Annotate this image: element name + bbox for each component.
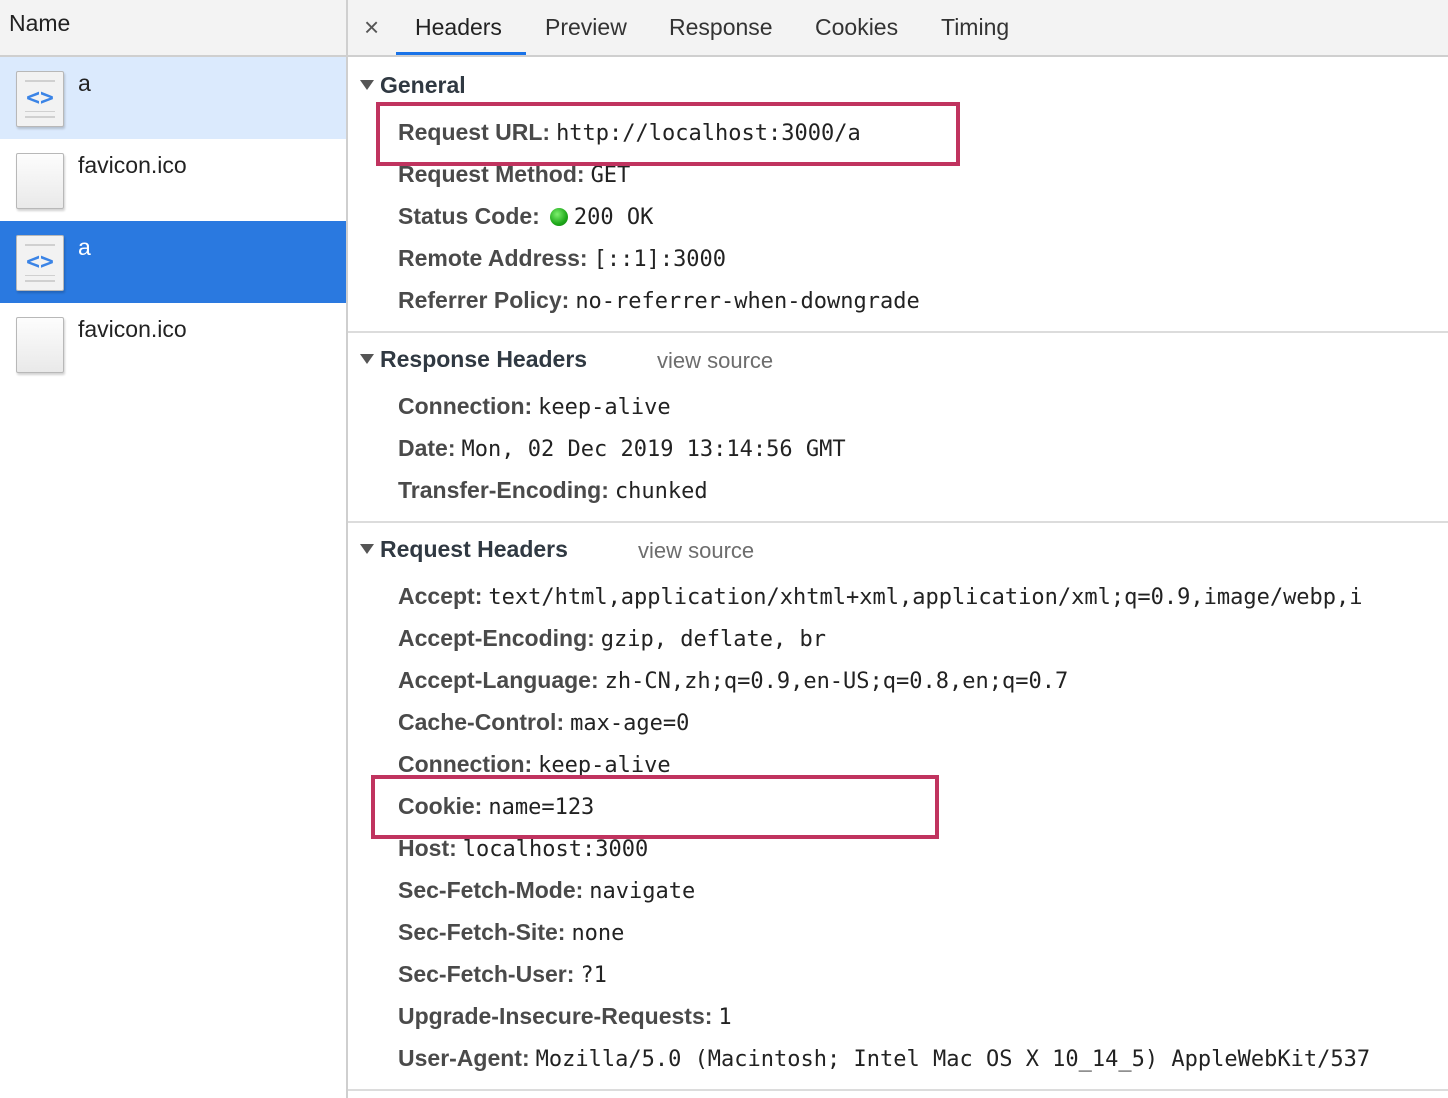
section-title: Request Headers	[380, 536, 568, 562]
header-value: no-referrer-when-downgrade	[575, 289, 920, 314]
request-row-favicon[interactable]: favicon.ico	[0, 139, 346, 221]
header-row-cookie: Cookie: name=123	[398, 793, 594, 820]
header-key: User-Agent:	[398, 1045, 530, 1071]
header-value: max-age=0	[570, 711, 690, 736]
request-name: a	[78, 234, 91, 260]
header-key: Referrer Policy:	[398, 287, 570, 313]
file-icon	[16, 317, 64, 373]
header-row: Request URL: http://localhost:3000/a	[398, 119, 861, 146]
header-row: Transfer-Encoding: chunked	[398, 477, 708, 504]
header-value: navigate	[589, 879, 696, 904]
name-column-header[interactable]: Name	[0, 0, 346, 57]
request-name: a	[78, 70, 91, 96]
header-row: Accept-Language: zh-CN,zh;q=0.9,en-US;q=0…	[398, 667, 1068, 694]
header-row: Status Code: 200 OK	[398, 203, 653, 230]
header-row: Accept: text/html,application/xhtml+xml,a…	[398, 583, 1363, 610]
request-name: favicon.ico	[78, 152, 187, 178]
header-key: Upgrade-Insecure-Requests:	[398, 1003, 713, 1029]
header-row: Request Method: GET	[398, 161, 630, 188]
name-column-label: Name	[9, 10, 71, 36]
header-key: Status Code:	[398, 203, 540, 229]
disclosure-triangle-icon	[360, 79, 374, 90]
header-value: http://localhost:3000/a	[556, 121, 861, 146]
request-row-favicon[interactable]: favicon.ico	[0, 303, 346, 385]
file-icon	[16, 153, 64, 209]
header-value: localhost:3000	[462, 837, 649, 862]
close-icon[interactable]: ×	[364, 12, 379, 43]
header-row: User-Agent: Mozilla/5.0 (Macintosh; Intel…	[398, 1045, 1370, 1072]
header-key: Cache-Control:	[398, 709, 565, 735]
header-key: Host:	[398, 835, 457, 861]
header-row: Sec-Fetch-User: ?1	[398, 961, 607, 988]
request-list-panel: Name <> a favicon.ico <> a favicon.ico	[0, 0, 346, 1098]
html-document-icon: <>	[16, 235, 64, 291]
header-value: keep-alive	[538, 753, 671, 778]
header-key: Connection:	[398, 393, 533, 419]
header-value: gzip, deflate, br	[600, 627, 826, 652]
header-key: Sec-Fetch-Site:	[398, 919, 566, 945]
status-ok-icon	[549, 208, 568, 226]
view-source-link[interactable]: view source	[657, 348, 773, 374]
header-key: Request URL:	[398, 119, 551, 145]
header-key: Transfer-Encoding:	[398, 477, 609, 503]
header-value: text/html,application/xhtml+xml,applicat…	[488, 585, 1363, 610]
header-row: Sec-Fetch-Mode: navigate	[398, 877, 695, 904]
section-response-headers[interactable]: Response Headers	[360, 346, 587, 373]
section-request-headers[interactable]: Request Headers	[360, 536, 568, 563]
header-row: Sec-Fetch-Site: none	[398, 919, 624, 946]
header-row: Date: Mon, 02 Dec 2019 13:14:56 GMT	[398, 435, 846, 462]
header-row: Connection: keep-alive	[398, 393, 671, 420]
tab-cookies[interactable]: Cookies	[815, 14, 898, 41]
header-row: Connection: keep-alive	[398, 751, 671, 778]
request-name: favicon.ico	[78, 316, 187, 342]
request-row-a[interactable]: <> a	[0, 57, 346, 139]
header-row: Accept-Encoding: gzip, deflate, br	[398, 625, 826, 652]
header-value: none	[571, 921, 625, 946]
header-row: Upgrade-Insecure-Requests: 1	[398, 1003, 732, 1030]
header-key: Date:	[398, 435, 456, 461]
section-general[interactable]: General	[360, 72, 466, 99]
html-document-icon: <>	[16, 71, 64, 127]
header-row: Remote Address: [::1]:3000	[398, 245, 726, 272]
header-value: GET	[590, 163, 631, 188]
view-source-link[interactable]: view source	[638, 538, 754, 564]
section-divider	[348, 521, 1448, 523]
header-value: zh-CN,zh;q=0.9,en-US;q=0.8,en;q=0.7	[604, 669, 1069, 694]
request-details-panel: × Headers Preview Response Cookies Timin…	[348, 0, 1448, 1098]
header-key: Cookie:	[398, 793, 483, 819]
details-tab-bar: × Headers Preview Response Cookies Timin…	[348, 0, 1448, 57]
header-row: Host: localhost:3000	[398, 835, 648, 862]
header-value: ?1	[580, 963, 607, 988]
active-tab-indicator	[396, 52, 526, 55]
header-value: [::1]:3000	[593, 247, 727, 272]
header-key: Accept:	[398, 583, 483, 609]
tab-timing[interactable]: Timing	[941, 14, 1009, 41]
header-key: Sec-Fetch-User:	[398, 961, 575, 987]
section-divider	[348, 331, 1448, 333]
section-divider	[348, 1089, 1448, 1091]
tab-headers[interactable]: Headers	[415, 14, 502, 41]
header-value: keep-alive	[538, 395, 671, 420]
disclosure-triangle-icon	[360, 353, 374, 364]
tab-preview[interactable]: Preview	[545, 14, 627, 41]
header-value: chunked	[614, 479, 708, 504]
header-key: Connection:	[398, 751, 533, 777]
header-key: Request Method:	[398, 161, 585, 187]
header-value: 1	[718, 1005, 732, 1030]
header-row: Cache-Control: max-age=0	[398, 709, 689, 736]
header-value: Mozilla/5.0 (Macintosh; Intel Mac OS X 1…	[535, 1047, 1371, 1072]
section-title: Response Headers	[380, 346, 588, 372]
disclosure-triangle-icon	[360, 543, 374, 554]
header-row: Referrer Policy: no-referrer-when-downgra…	[398, 287, 920, 314]
section-title: General	[380, 72, 466, 98]
header-key: Sec-Fetch-Mode:	[398, 877, 584, 903]
header-value: Mon, 02 Dec 2019 13:14:56 GMT	[461, 437, 846, 462]
header-key: Accept-Language:	[398, 667, 599, 693]
tab-response[interactable]: Response	[669, 14, 773, 41]
header-value: name=123	[488, 795, 595, 820]
request-row-a-selected[interactable]: <> a	[0, 221, 346, 303]
header-key: Remote Address:	[398, 245, 588, 271]
header-value: 200 OK	[573, 205, 654, 230]
header-key: Accept-Encoding:	[398, 625, 595, 651]
